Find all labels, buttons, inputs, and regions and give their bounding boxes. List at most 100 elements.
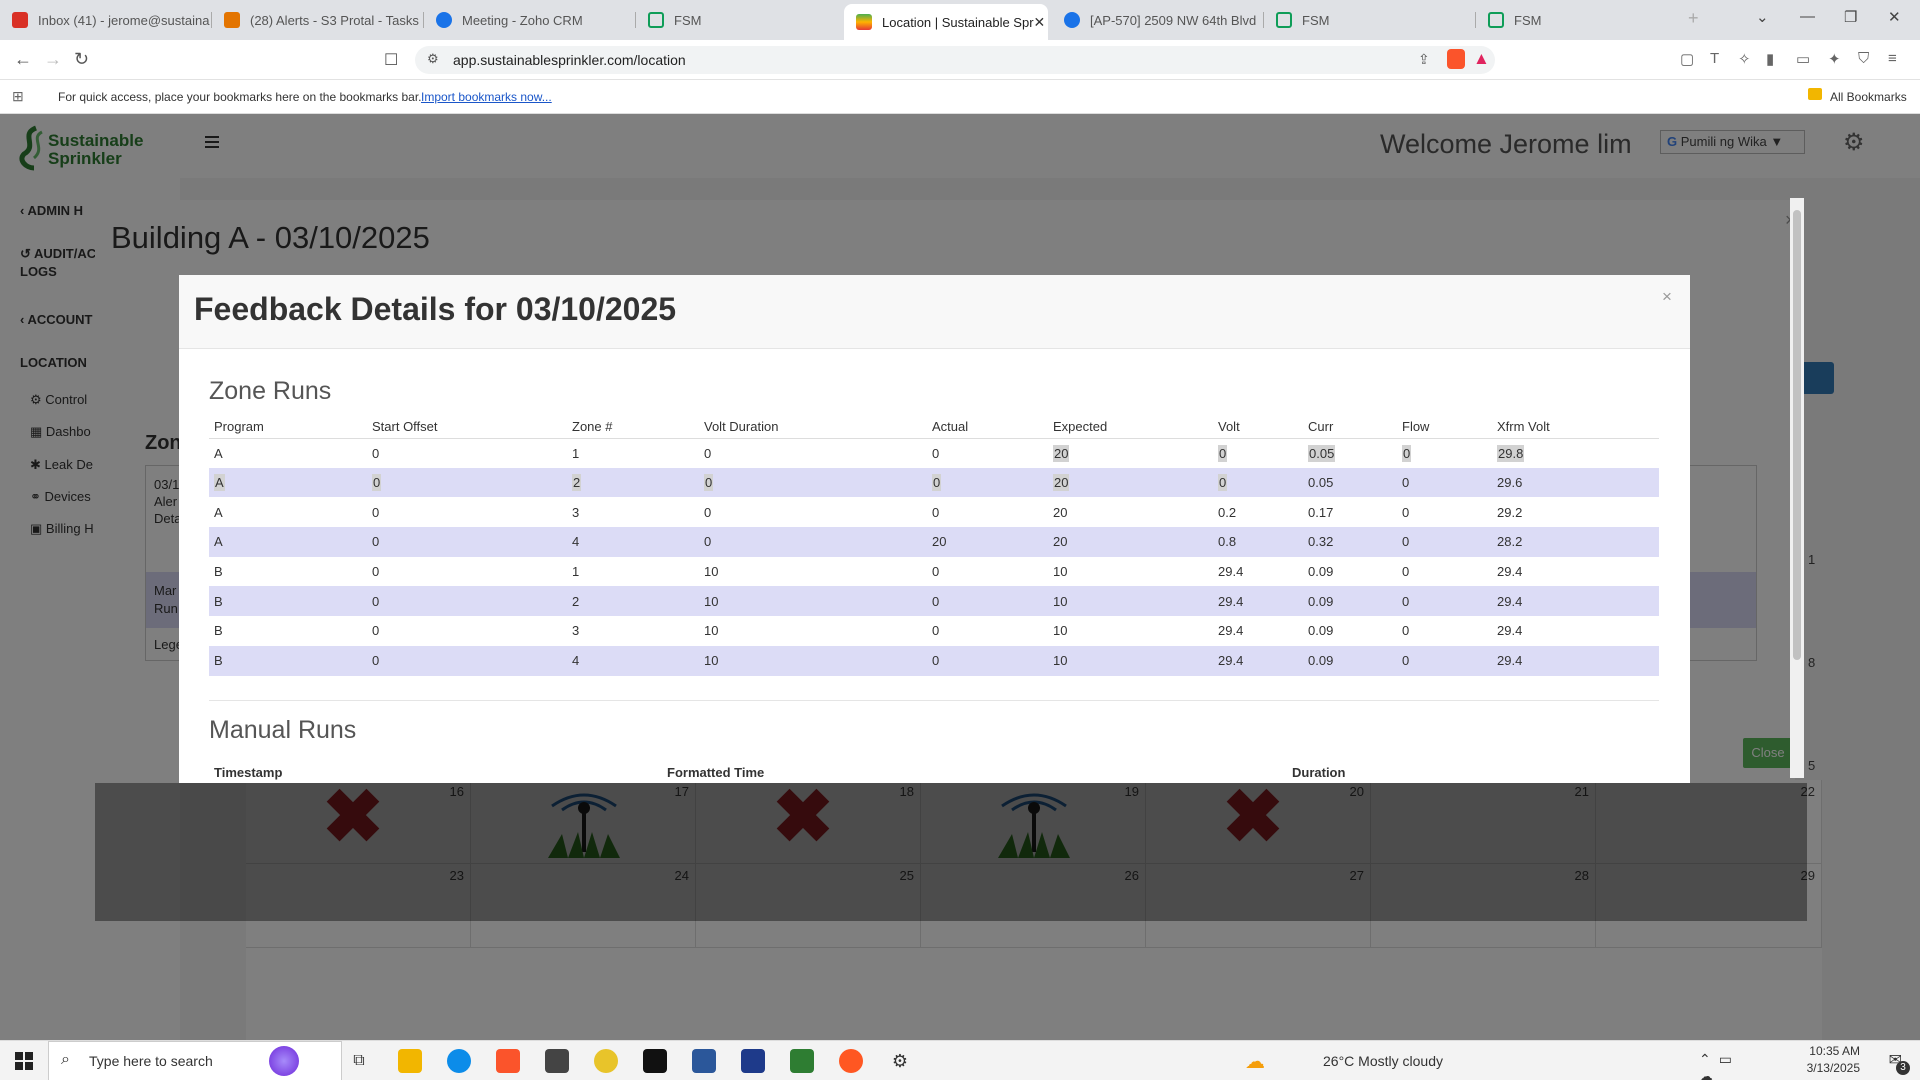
- table-cell: 10: [1053, 564, 1068, 580]
- terminal-icon[interactable]: [545, 1049, 569, 1073]
- back-icon[interactable]: ←: [14, 49, 32, 70]
- import-bookmarks-link[interactable]: Import bookmarks now...: [421, 90, 552, 104]
- leo-icon[interactable]: ✦: [1828, 50, 1841, 68]
- tab-gmail[interactable]: Inbox (41) - jerome@sustaina: [0, 0, 212, 40]
- tab-fsm-3[interactable]: FSM: [1476, 0, 1688, 40]
- reload-icon[interactable]: ↻: [74, 49, 89, 70]
- table-row[interactable]: A 0 4 0 20 20 0.8 0.32 0 28.2: [209, 527, 1659, 557]
- col-formatted-time[interactable]: Formatted Time: [667, 765, 764, 780]
- chat-app-icon[interactable]: [594, 1049, 618, 1073]
- cell-value: 0: [1402, 444, 1412, 462]
- site-info-icon[interactable]: ⚙: [427, 51, 439, 67]
- vpn-icon[interactable]: ⛉: [1858, 50, 1869, 67]
- scrollbar-thumb[interactable]: [1793, 210, 1801, 660]
- omnibox[interactable]: ⚙ app.sustainablesprinkler.com/location …: [415, 46, 1495, 74]
- table-cell: 0: [372, 564, 380, 580]
- tab-alerts[interactable]: (28) Alerts - S3 Protal - Tasks: [212, 0, 424, 40]
- table-cell: 20: [927, 527, 1048, 557]
- extension-icon[interactable]: ▢: [1680, 50, 1694, 68]
- table-cell: 0: [927, 586, 1048, 617]
- cell-value: 0: [372, 474, 382, 492]
- taskbar-search[interactable]: ⌕ Type here to search: [48, 1041, 342, 1080]
- edge-icon[interactable]: [447, 1049, 471, 1073]
- wallet-icon[interactable]: ▭: [1796, 50, 1810, 68]
- feedback-modal-header: Feedback Details for 03/10/2025 ×: [179, 275, 1690, 349]
- col-start-offset[interactable]: Start Offset: [367, 416, 567, 439]
- col-program[interactable]: Program: [209, 416, 367, 439]
- forward-icon[interactable]: →: [44, 49, 62, 70]
- table-row[interactable]: B 0 1 10 0 10 29.4 0.09 0 29.4: [209, 557, 1659, 587]
- cell-value: 2: [572, 474, 582, 492]
- capcut-icon[interactable]: [643, 1049, 667, 1073]
- bookmark-icon[interactable]: ☐: [384, 50, 398, 70]
- table-cell: 0: [372, 623, 380, 639]
- all-bookmarks[interactable]: All Bookmarks: [1830, 90, 1907, 104]
- sidebar-icon[interactable]: ▮: [1766, 50, 1774, 68]
- col-flow[interactable]: Flow: [1397, 416, 1492, 439]
- task-view-icon[interactable]: ⧉: [347, 1049, 371, 1073]
- tab-search-icon[interactable]: ⌄: [1756, 8, 1769, 26]
- clock-date[interactable]: 3/13/2025: [1790, 1061, 1860, 1075]
- col-xfrm-volt[interactable]: Xfrm Volt: [1492, 416, 1659, 439]
- table-row[interactable]: B 0 3 10 0 10 29.4 0.09 0 29.4: [209, 616, 1659, 646]
- tab-zoho[interactable]: Meeting - Zoho CRM: [424, 0, 636, 40]
- minimize-icon[interactable]: —: [1800, 8, 1815, 25]
- tray-icons[interactable]: ⌃▭☁▯✎: [1699, 1051, 1740, 1080]
- table-row[interactable]: B 0 2 10 0 10 29.4 0.09 0 29.4: [209, 586, 1659, 617]
- cell-value: 29.8: [1497, 444, 1525, 462]
- col-timestamp[interactable]: Timestamp: [214, 765, 282, 780]
- table-row[interactable]: A 0 1 0 0 20 0 0.05 0 29.8: [209, 438, 1659, 468]
- col-curr[interactable]: Curr: [1303, 416, 1397, 439]
- table-cell: 20: [1048, 438, 1213, 468]
- windows-start-icon[interactable]: [0, 1041, 48, 1080]
- weather-icon[interactable]: ☁: [1245, 1049, 1265, 1074]
- table-cell: 0: [1402, 564, 1410, 580]
- col-zone[interactable]: Zone #: [567, 416, 699, 439]
- clock-time[interactable]: 10:35 AM: [1790, 1044, 1860, 1058]
- apps-grid-icon[interactable]: ⊞: [12, 88, 24, 105]
- close-tab-icon[interactable]: ✕: [1034, 14, 1046, 31]
- close-window-icon[interactable]: ✕: [1888, 8, 1901, 26]
- spreadsheet-icon[interactable]: [790, 1049, 814, 1073]
- table-row[interactable]: A 0 2 0 0 20 0 0.05 0 29.6: [209, 467, 1659, 498]
- brave-shields-icon[interactable]: [1447, 49, 1465, 69]
- table-row[interactable]: B 0 4 10 0 10 29.4 0.09 0 29.4: [209, 645, 1659, 676]
- table-row[interactable]: A 0 3 0 0 20 0.2 0.17 0 29.2: [209, 497, 1659, 527]
- tab-fsm-1[interactable]: FSM: [636, 0, 844, 40]
- col-actual[interactable]: Actual: [927, 416, 1048, 439]
- brave-icon[interactable]: [496, 1049, 520, 1073]
- col-duration[interactable]: Duration: [1292, 765, 1345, 780]
- table-cell: 0.09: [1303, 586, 1397, 617]
- modal-scrollbar[interactable]: [1790, 198, 1804, 778]
- table-cell: 10: [699, 645, 927, 676]
- table-cell: 0.2: [1218, 504, 1237, 520]
- menu-icon[interactable]: ≡: [1888, 50, 1897, 67]
- url-text[interactable]: app.sustainablesprinkler.com/location: [453, 52, 686, 68]
- table-cell: 0: [932, 623, 940, 639]
- text-icon[interactable]: T: [1710, 50, 1719, 67]
- restore-icon[interactable]: ❐: [1844, 8, 1857, 26]
- weather-text[interactable]: 26°C Mostly cloudy: [1323, 1053, 1443, 1069]
- new-tab-icon[interactable]: +: [1688, 8, 1699, 29]
- vscode-icon[interactable]: [741, 1049, 765, 1073]
- word-icon[interactable]: [692, 1049, 716, 1073]
- table-cell: 0: [1397, 527, 1492, 557]
- extensions-puzzle-icon[interactable]: ✧: [1738, 50, 1751, 68]
- table-cell: 10: [704, 623, 719, 639]
- brave-rewards-icon[interactable]: ▲: [1473, 49, 1490, 69]
- file-explorer-icon[interactable]: [398, 1049, 422, 1073]
- postman-icon[interactable]: [839, 1049, 863, 1073]
- col-volt-duration[interactable]: Volt Duration: [699, 416, 927, 439]
- share-icon[interactable]: ⇪: [1418, 51, 1430, 68]
- col-expected[interactable]: Expected: [1048, 416, 1213, 439]
- tab-jira[interactable]: [AP-570] 2509 NW 64th Blvd: [1052, 0, 1264, 40]
- cell-value: 0: [704, 474, 714, 492]
- table-cell: 4: [567, 527, 699, 557]
- col-volt[interactable]: Volt: [1213, 416, 1303, 439]
- table-cell: 29.4: [1213, 586, 1303, 617]
- tab-fsm-2[interactable]: FSM: [1264, 0, 1476, 40]
- table-cell: 20: [1053, 504, 1068, 520]
- tab-location-active[interactable]: Location | Sustainable Spr ✕: [844, 4, 1048, 40]
- settings-app-icon[interactable]: ⚙: [888, 1049, 912, 1073]
- feedback-modal-close-icon[interactable]: ×: [1662, 287, 1672, 307]
